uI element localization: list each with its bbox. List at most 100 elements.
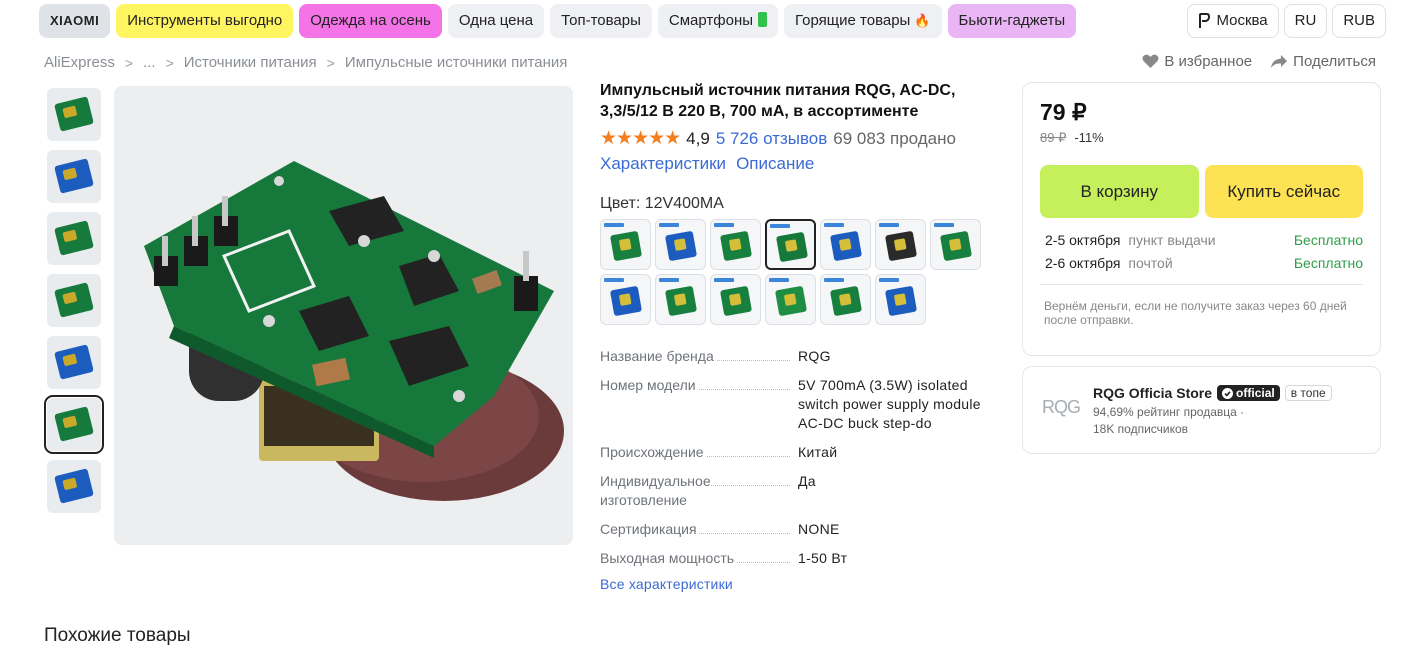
- main-product-image[interactable]: [114, 86, 573, 545]
- color-swatch[interactable]: [655, 274, 706, 325]
- swatch-board: [719, 230, 753, 262]
- add-to-cart-button[interactable]: В корзину: [1040, 165, 1199, 218]
- pcb-thumbnail-image: [54, 282, 94, 318]
- all-specs-link[interactable]: Все характеристики: [600, 576, 1000, 592]
- thumbnail[interactable]: [47, 274, 101, 327]
- color-swatch[interactable]: [710, 219, 761, 270]
- thumbnail[interactable]: [47, 336, 101, 389]
- breadcrumb-item[interactable]: AliExpress: [44, 54, 115, 71]
- buy-box: 79 ₽ 89 ₽ -11% В корзину Купить сейчас 2…: [1022, 82, 1381, 356]
- spec-key: Выходная мощность: [600, 550, 737, 566]
- swatch-header-strip: [824, 278, 844, 282]
- spec-value: Китай: [798, 444, 838, 460]
- color-swatch[interactable]: [600, 219, 651, 270]
- thumbnail[interactable]: [47, 460, 101, 513]
- sold-count: 69 083 продано: [833, 128, 956, 148]
- thumbnail[interactable]: [47, 88, 101, 141]
- discount-badge: -11%: [1074, 130, 1104, 145]
- spec-key: Индивидуальное изготовление: [600, 473, 711, 508]
- current-price: 79 ₽: [1040, 99, 1087, 125]
- tag-top-products[interactable]: Топ-товары: [550, 4, 652, 38]
- swatch-board: [664, 285, 698, 317]
- share-button[interactable]: Поделиться: [1270, 53, 1376, 70]
- currency-button[interactable]: RUB: [1332, 4, 1386, 38]
- store-name[interactable]: RQG Officia Store: [1093, 385, 1212, 401]
- favorite-button[interactable]: В избранное: [1142, 53, 1252, 70]
- spec-key-cell: Индивидуальное изготовление: [600, 472, 798, 510]
- swatch-board: [775, 231, 809, 263]
- reviews-link[interactable]: 5 726 отзывов: [716, 129, 827, 149]
- color-swatch[interactable]: [820, 274, 871, 325]
- color-swatch-selected[interactable]: [765, 219, 816, 270]
- swatch-header-strip: [879, 223, 899, 227]
- store-logo: RQG: [1039, 385, 1083, 429]
- breadcrumb: AliExpress > ... > Источники питания > И…: [44, 54, 567, 71]
- spec-key: Название бренда: [600, 348, 716, 364]
- breadcrumb-item[interactable]: ...: [143, 54, 156, 71]
- fire-icon: 🔥: [914, 13, 931, 28]
- tag-hot-deals-label: Горящие товары: [795, 12, 911, 29]
- description-link[interactable]: Описание: [736, 154, 814, 174]
- tag-autumn-clothes[interactable]: Одежда на осень: [299, 4, 442, 38]
- share-label: Поделиться: [1293, 53, 1376, 70]
- swatch-board: [884, 230, 918, 262]
- color-swatch[interactable]: [820, 219, 871, 270]
- chevron-right-icon: >: [326, 54, 335, 71]
- old-price-row: 89 ₽ -11%: [1040, 130, 1363, 146]
- tag-one-price[interactable]: Одна цена: [447, 4, 545, 38]
- swatch-board: [719, 285, 753, 317]
- color-swatch[interactable]: [930, 219, 981, 270]
- breadcrumb-item[interactable]: Импульсные источники питания: [345, 54, 568, 71]
- verified-check-icon: [1222, 387, 1234, 399]
- color-swatch[interactable]: [710, 274, 761, 325]
- swatch-header-strip: [934, 223, 954, 227]
- spec-row: Индивидуальное изготовление Да: [600, 472, 1000, 510]
- power-module-illustration: [144, 161, 564, 501]
- store-card[interactable]: RQG RQG Officia Store official в топе 94…: [1022, 366, 1381, 454]
- language-button[interactable]: RU: [1283, 4, 1328, 38]
- tag-beauty-gadgets[interactable]: Бьюти-гаджеты: [947, 4, 1077, 38]
- swatch-header-strip: [659, 223, 679, 227]
- delivery-option[interactable]: 2-5 октября пункт выдачи Бесплатно: [1040, 229, 1363, 252]
- pcb-thumbnail-image: [54, 468, 94, 504]
- specs-list: Название бренда RQG Номер модели 5V 700mA …: [600, 347, 1000, 568]
- product-actions: В избранное Поделиться: [1142, 53, 1376, 70]
- thumbnail[interactable]: [47, 212, 101, 265]
- official-badge: official: [1217, 385, 1280, 401]
- tag-hot-deals[interactable]: Горящие товары 🔥: [784, 4, 942, 38]
- swatch-header-strip: [770, 224, 790, 228]
- tag-smartphones-label: Смартфоны: [668, 12, 754, 29]
- color-swatch[interactable]: [600, 274, 651, 325]
- thumbnail-selected[interactable]: [44, 395, 104, 454]
- spec-row: Сертификация NONE: [600, 520, 1000, 539]
- delivery-option[interactable]: 2-6 октября почтой Бесплатно: [1040, 252, 1363, 275]
- swatch-board: [664, 230, 698, 262]
- tag-xiaomi[interactable]: XIAOMI: [39, 4, 111, 38]
- color-swatches: [600, 219, 1000, 325]
- tag-smartphones[interactable]: Смартфоны: [657, 4, 779, 38]
- characteristics-link[interactable]: Характеристики: [600, 154, 726, 174]
- color-swatch[interactable]: [765, 274, 816, 325]
- color-swatch[interactable]: [875, 219, 926, 270]
- tag-tools[interactable]: Инструменты выгодно: [116, 4, 294, 38]
- delivery-cost: Бесплатно: [1293, 255, 1363, 271]
- rating-value: 4,9: [686, 128, 710, 148]
- delivery-options: 2-5 октября пункт выдачи Бесплатно 2-6 ок…: [1040, 229, 1363, 275]
- spec-row: Происхождение Китай: [600, 443, 1000, 462]
- pcb-thumbnail-image: [54, 158, 94, 194]
- color-swatch[interactable]: [875, 274, 926, 325]
- location-button[interactable]: Москва: [1187, 4, 1279, 38]
- color-swatch[interactable]: [655, 219, 706, 270]
- swatch-board: [939, 230, 973, 262]
- spec-key-cell: Происхождение: [600, 443, 798, 462]
- thumbnail[interactable]: [47, 150, 101, 203]
- heart-icon: [1142, 54, 1159, 68]
- pcb-thumbnail-image: [54, 220, 94, 256]
- spec-key: Сертификация: [600, 521, 699, 537]
- info-links: Характеристики Описание: [600, 154, 1000, 174]
- spec-key-cell: Сертификация: [600, 520, 798, 539]
- breadcrumb-item[interactable]: Источники питания: [184, 54, 317, 71]
- buy-now-button[interactable]: Купить сейчас: [1204, 165, 1363, 218]
- swatch-board: [829, 230, 863, 262]
- purchase-buttons: В корзину Купить сейчас: [1040, 165, 1363, 218]
